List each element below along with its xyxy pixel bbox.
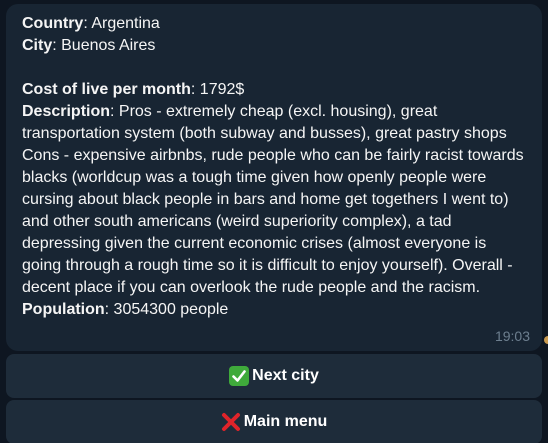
cross-mark-icon [221, 412, 241, 432]
cost-line: Cost of live per month: 1792$ [22, 79, 526, 101]
next-city-label: Next city [252, 367, 319, 384]
population-value: : 3054300 people [104, 301, 229, 318]
cost-value: : 1792$ [190, 81, 245, 98]
city-value: : Buenos Aires [52, 37, 156, 54]
description-block: Description: Pros - extremely cheap (exc… [22, 101, 526, 299]
main-menu-button[interactable]: Main menu [6, 400, 542, 443]
population-line: Population: 3054300 people [22, 299, 526, 321]
country-line: Country: Argentina [22, 13, 526, 35]
city-line: City: Buenos Aires [22, 35, 526, 57]
cost-label: Cost of live per month [22, 81, 191, 98]
next-city-button[interactable]: Next city [6, 354, 542, 398]
chat-area: Country: Argentina City: Buenos Aires Co… [0, 0, 548, 443]
population-label: Population [22, 301, 105, 318]
country-value: : Argentina [83, 15, 160, 32]
reaction-dot-icon [544, 336, 548, 344]
main-menu-label: Main menu [243, 413, 328, 430]
description-value: : Pros - extremely cheap (excl. housing)… [22, 103, 524, 296]
message-bubble: Country: Argentina City: Buenos Aires Co… [6, 4, 542, 351]
check-mark-icon [229, 366, 250, 386]
country-label: Country [22, 15, 84, 32]
message-time: 19:03 [494, 328, 530, 344]
description-label: Description [22, 103, 111, 120]
city-label: City [22, 37, 53, 54]
